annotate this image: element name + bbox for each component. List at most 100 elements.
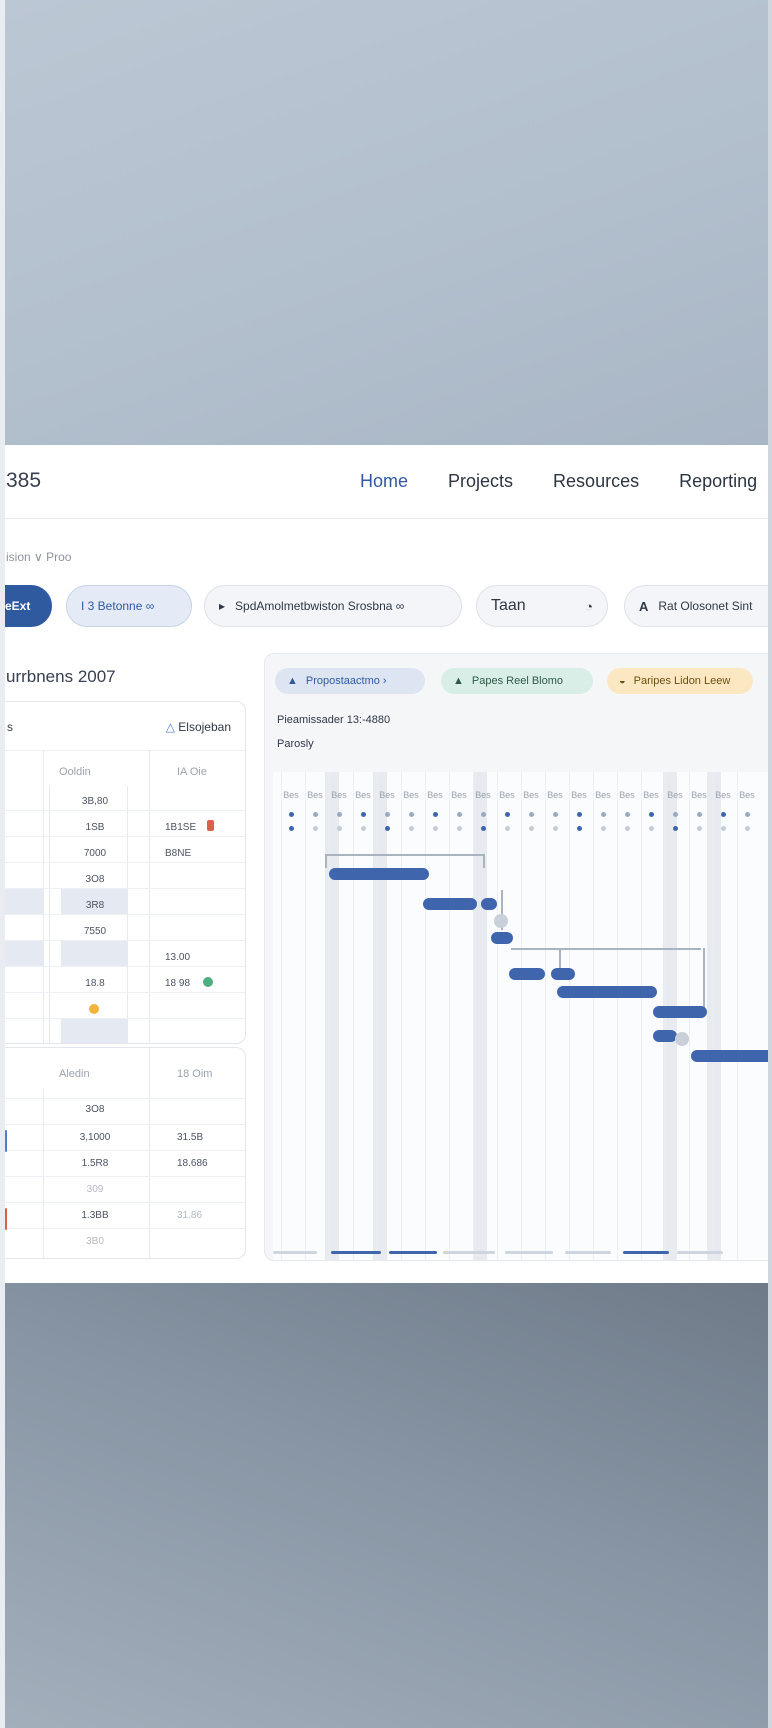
grid-column: [641, 772, 642, 1260]
task-bar[interactable]: [653, 1030, 677, 1042]
search-field-label: SpdAmolmetbwiston Srosbna ∞: [235, 599, 405, 613]
gantt-timeline[interactable]: Bes Bes Bes Bes Bes Bes Bes Bes Bes Bes Bes Bes Bes B…: [273, 772, 772, 1260]
table-cell: 309: [86, 1184, 104, 1195]
timeline-marker: [409, 812, 414, 817]
timeline-marker: [649, 826, 654, 831]
table-cell: 3O8: [85, 1104, 105, 1115]
timeline-marker: [409, 826, 414, 831]
divider: [0, 1124, 245, 1125]
grid-column: [569, 772, 570, 1260]
task-bar[interactable]: [423, 898, 477, 910]
task-bar[interactable]: [509, 968, 545, 980]
dependency-line: [703, 948, 705, 1008]
grid-column: [329, 772, 330, 1260]
gantt-title: Pieamissader 13:-4880: [277, 714, 391, 726]
dependency-line: [559, 948, 561, 968]
grid-column: [521, 772, 522, 1260]
divider: [0, 966, 245, 967]
divider: [49, 786, 50, 1043]
timeline-label: Bes: [427, 790, 443, 800]
timeline-scroll-segment[interactable]: [565, 1251, 611, 1254]
timeline-scroll-segment[interactable]: [623, 1251, 669, 1254]
timeline-label: Bes: [355, 790, 371, 800]
weekend-band: [473, 772, 487, 1260]
timeline-marker: [289, 812, 294, 817]
search-field[interactable]: ▸ SpdAmolmetbwiston Srosbna ∞: [204, 585, 462, 627]
table-cell: 18.686: [177, 1158, 208, 1169]
timeline-label: Bes: [307, 790, 323, 800]
milestone-marker[interactable]: [675, 1032, 689, 1046]
timeline-scroll-segment[interactable]: [389, 1251, 437, 1254]
primary-button[interactable]: eExt: [0, 585, 52, 627]
timeline-marker: [361, 826, 366, 831]
grid-column: [617, 772, 618, 1260]
task-bar[interactable]: [653, 1006, 707, 1018]
team-filter[interactable]: Taan ◔: [476, 585, 608, 627]
table-cell: 1SB: [85, 822, 105, 833]
table-cell: 1.5R8: [81, 1158, 109, 1169]
timeline-marker: [433, 812, 438, 817]
dependency-line: [511, 948, 701, 950]
timeline-scroll-segment[interactable]: [677, 1251, 723, 1254]
status-selector[interactable]: I 3 Betonne ∞: [66, 585, 192, 627]
column-header: Ooldin: [59, 766, 91, 778]
timeline-marker: [553, 826, 558, 831]
milestone-marker[interactable]: [494, 914, 508, 928]
timeline-marker: [457, 812, 462, 817]
table-cell: 3B0: [86, 1236, 104, 1247]
timeline-label: Bes: [451, 790, 467, 800]
table-cell: 3O8: [85, 874, 105, 885]
table-cell: 18.8: [85, 978, 105, 989]
task-bar[interactable]: [491, 932, 513, 944]
grid-column: [281, 772, 282, 1260]
filter-chip-project[interactable]: ▲ Propostaactmo ›: [275, 668, 425, 694]
app-logo[interactable]: 385: [6, 469, 41, 493]
text-icon: A: [639, 598, 649, 614]
table-cell: 3,1000: [79, 1132, 111, 1143]
breadcrumb[interactable]: ision ∨ Proo: [6, 550, 71, 564]
task-bar[interactable]: [481, 898, 497, 910]
divider: [43, 1088, 44, 1258]
nav-resources[interactable]: Resources: [553, 471, 639, 492]
table-cell: 31.5B: [177, 1132, 204, 1143]
divider: [0, 914, 245, 915]
divider: [0, 992, 245, 993]
owner-filter[interactable]: A Rat Olosonet Sint: [624, 585, 772, 627]
bell-icon: ◒: [619, 675, 626, 687]
grid-column: [305, 772, 306, 1260]
timeline-label: Bes: [715, 790, 731, 800]
timeline-marker: [745, 826, 750, 831]
timeline-label: Bes: [331, 790, 347, 800]
chip-label: Propostaactmo ›: [305, 675, 387, 687]
task-bar[interactable]: [557, 986, 657, 998]
timeline-marker: [601, 812, 606, 817]
timeline-marker: [529, 812, 534, 817]
timeline-marker: [505, 826, 510, 831]
filter-chip-alerts[interactable]: ◒ Paripes Lidon Leew: [607, 668, 753, 694]
timeline-scroll-segment[interactable]: [505, 1251, 553, 1254]
weekend-band: [707, 772, 721, 1260]
left-edge: [0, 0, 5, 1728]
task-bar[interactable]: [329, 868, 429, 880]
task-bar[interactable]: [551, 968, 575, 980]
timeline-scroll-segment[interactable]: [273, 1251, 317, 1254]
column-header: IA Oie: [177, 766, 207, 778]
filter-chip-people[interactable]: ▲ Papes Reel Blomo: [441, 668, 593, 694]
timeline-label: Bes: [643, 790, 659, 800]
nav-home[interactable]: Home: [360, 471, 408, 492]
timeline-label: Bes: [691, 790, 707, 800]
nav-projects[interactable]: Projects: [448, 471, 513, 492]
top-bar: 385 Home Projects Resources Reporting: [0, 445, 772, 519]
grid-column: [737, 772, 738, 1260]
card-link[interactable]: △ Elsojeban: [166, 720, 231, 734]
row-marker: [5, 1130, 7, 1152]
divider: [0, 888, 245, 889]
task-bar[interactable]: [691, 1050, 772, 1062]
divider: [0, 1176, 245, 1177]
timeline-marker: [649, 812, 654, 817]
grid-column: [425, 772, 426, 1260]
nav-reporting[interactable]: Reporting: [679, 471, 757, 492]
grid-column: [449, 772, 450, 1260]
timeline-scroll-segment[interactable]: [331, 1251, 381, 1254]
timeline-scroll-segment[interactable]: [443, 1251, 495, 1254]
